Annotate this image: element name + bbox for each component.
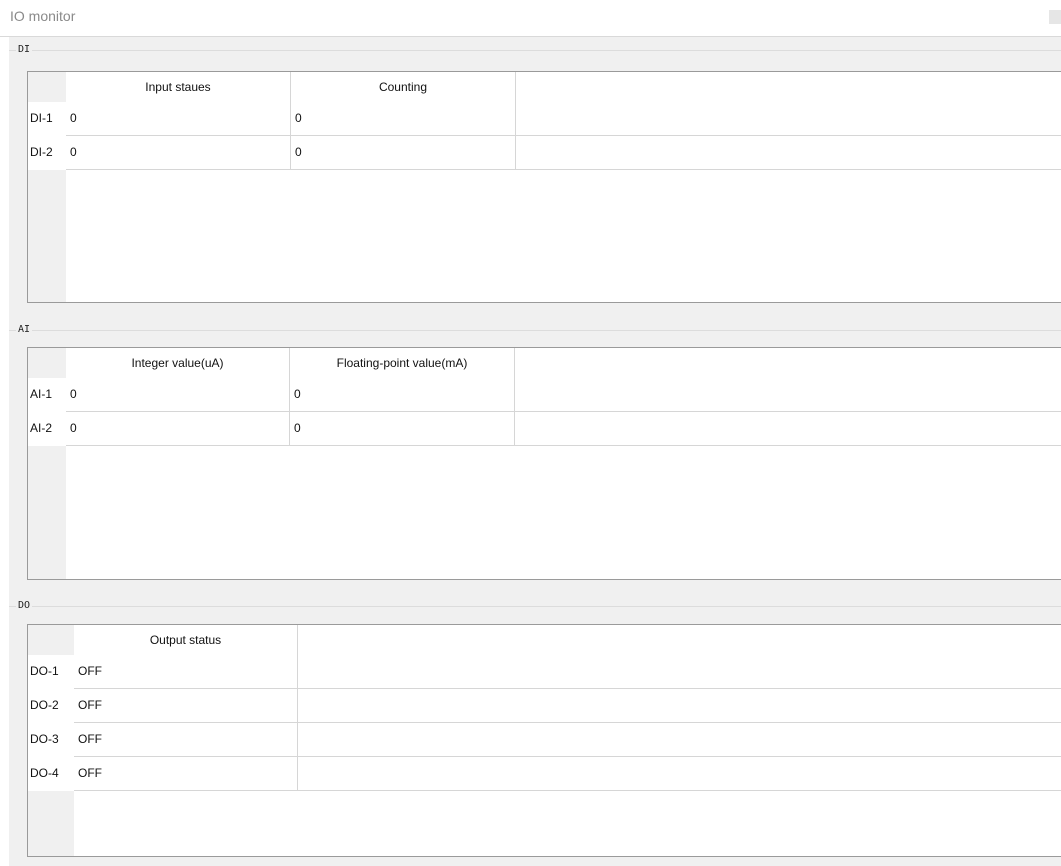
do-4-filler-cell xyxy=(298,757,1061,791)
window-control-button[interactable] xyxy=(1049,10,1061,24)
do-1-output-status-cell[interactable]: OFF xyxy=(74,655,298,689)
do-row-header[interactable]: DO-1 xyxy=(28,655,74,689)
di-2-counting-cell[interactable]: 0 xyxy=(291,136,516,170)
ai-2-floating-point-cell[interactable]: 0 xyxy=(290,412,515,446)
do-4-output-status-cell[interactable]: OFF xyxy=(74,757,298,791)
do-2-filler-cell xyxy=(298,689,1061,723)
ai-row-header[interactable]: AI-2 xyxy=(28,412,66,446)
window-title: IO monitor xyxy=(10,8,76,24)
ai-1-integer-value-cell[interactable]: 0 xyxy=(66,378,290,412)
do-3-filler-cell xyxy=(298,723,1061,757)
title-bar: IO monitor xyxy=(0,0,1061,37)
di-1-filler-cell xyxy=(516,102,1061,136)
do-2-output-status-cell[interactable]: OFF xyxy=(74,689,298,723)
di-group-title: DI xyxy=(16,44,33,55)
di-col-header-input-status[interactable]: Input staues xyxy=(66,72,291,102)
di-col-header-counting[interactable]: Counting xyxy=(291,72,516,102)
ai-row-header[interactable]: AI-1 xyxy=(28,378,66,412)
di-row-header[interactable]: DI-1 xyxy=(28,102,66,136)
ai-1-filler-cell xyxy=(515,378,1061,412)
do-group-border xyxy=(9,606,1061,607)
di-1-input-status-cell[interactable]: 0 xyxy=(66,102,291,136)
di-1-counting-cell[interactable]: 0 xyxy=(291,102,516,136)
do-row-header[interactable]: DO-3 xyxy=(28,723,74,757)
do-3-output-status-cell[interactable]: OFF xyxy=(74,723,298,757)
ai-group-title: AI xyxy=(16,324,33,335)
ai-1-floating-point-cell[interactable]: 0 xyxy=(290,378,515,412)
io-monitor-window: IO monitor DI Input staues Counting DI-1… xyxy=(0,0,1061,866)
do-table: Output status DO-1 OFF DO-2 OFF DO-3 OFF… xyxy=(27,624,1061,857)
do-row-header[interactable]: DO-4 xyxy=(28,757,74,791)
do-row-header[interactable]: DO-2 xyxy=(28,689,74,723)
ai-group-border xyxy=(9,330,1061,331)
ai-col-header-floating-point-value[interactable]: Floating-point value(mA) xyxy=(290,348,515,378)
ai-col-header-integer-value[interactable]: Integer value(uA) xyxy=(66,348,290,378)
di-row-header[interactable]: DI-2 xyxy=(28,136,66,170)
do-col-header-output-status[interactable]: Output status xyxy=(74,625,298,655)
di-2-filler-cell xyxy=(516,136,1061,170)
di-group-border xyxy=(9,50,1061,51)
ai-table: Integer value(uA) Floating-point value(m… xyxy=(27,347,1061,580)
di-2-input-status-cell[interactable]: 0 xyxy=(66,136,291,170)
ai-2-integer-value-cell[interactable]: 0 xyxy=(66,412,290,446)
client-area: DI Input staues Counting DI-1 0 0 DI-2 0… xyxy=(9,37,1061,866)
do-1-filler-cell xyxy=(298,655,1061,689)
di-table: Input staues Counting DI-1 0 0 DI-2 0 0 xyxy=(27,71,1061,303)
ai-2-filler-cell xyxy=(515,412,1061,446)
do-group-title: DO xyxy=(16,600,33,611)
